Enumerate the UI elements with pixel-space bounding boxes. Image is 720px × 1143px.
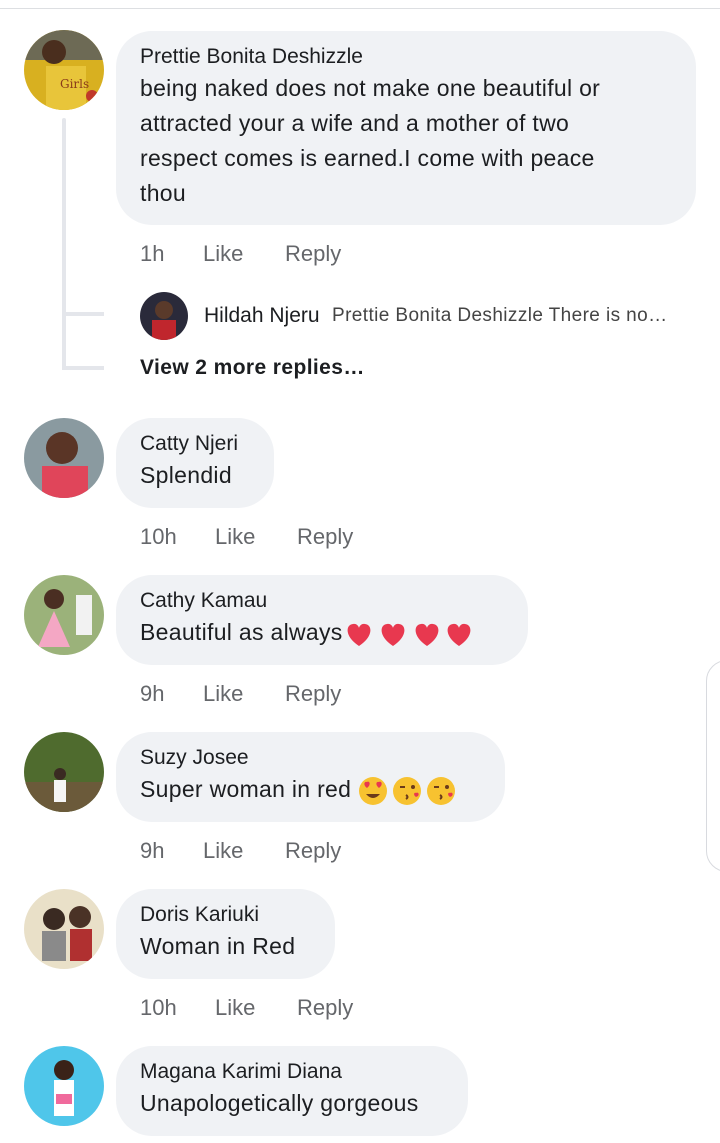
avatar-image [24,1046,104,1126]
like-button[interactable]: Like [203,838,243,864]
face-emoji-group [358,776,455,805]
comment-text-line: being naked does not make one beautiful … [140,75,601,101]
comment-author[interactable]: Cathy Kamau [140,587,502,615]
comment-text: Splendid [140,462,232,488]
avatar[interactable] [24,418,104,498]
reply-button[interactable]: Reply [297,995,353,1021]
comment-text-row: Beautiful as always [140,615,502,650]
avatar[interactable]: Girls [24,30,104,110]
comment-time[interactable]: 9h [140,838,164,864]
heart-icon [447,623,470,646]
comment-bubble[interactable]: Doris Kariuki Woman in Red [116,889,335,979]
comment-text: Beautiful as always [140,619,343,645]
reply-snippet: Prettie Bonita Deshizzle There is no… [332,305,668,326]
like-button[interactable]: Like [215,995,255,1021]
hearts-emoji-group [347,623,470,646]
like-button[interactable]: Like [215,524,255,550]
reply-button[interactable]: Reply [285,681,341,707]
comment-author[interactable]: Prettie Bonita Deshizzle [140,43,670,71]
comment-author[interactable]: Suzy Josee [140,744,479,772]
comment-bubble[interactable]: Magana Karimi Diana Unapologetically gor… [116,1046,468,1136]
view-more-replies-link[interactable]: View 2 more replies… [140,356,365,380]
avatar[interactable] [24,889,104,969]
comment-bubble[interactable]: Catty Njeri Splendid [116,418,274,508]
comment-text: Super woman in red [140,776,358,802]
heart-icon [381,623,404,646]
reply-thread-branch [62,366,104,370]
comment-time[interactable]: 10h [140,524,177,550]
comment-bubble[interactable]: Cathy Kamau Beautiful as always [116,575,528,665]
avatar[interactable] [140,292,188,340]
comment-time[interactable]: 1h [140,241,164,267]
avatar-image: Girls [24,30,104,110]
heart-eyes-icon [358,776,387,805]
avatar[interactable] [24,1046,104,1126]
avatar[interactable] [24,732,104,812]
comment-text-line: thou [140,180,186,206]
reply-thread-line [62,118,66,370]
avatar-image [24,418,104,498]
side-scroll-handle[interactable] [706,660,720,872]
top-divider [0,8,720,9]
comment-time[interactable]: 10h [140,995,177,1021]
kiss-icon [392,776,421,805]
avatar-image [24,575,104,655]
avatar-image [24,889,104,969]
heart-icon [415,623,438,646]
heart-icon [347,623,370,646]
reply-button[interactable]: Reply [297,524,353,550]
comment-author[interactable]: Doris Kariuki [140,901,309,929]
comment-text-row: Super woman in red [140,772,479,807]
reply-button[interactable]: Reply [285,241,341,267]
comment-author[interactable]: Magana Karimi Diana [140,1058,442,1086]
comment-bubble[interactable]: Prettie Bonita Deshizzle being naked doe… [116,31,696,225]
reply-author[interactable]: Hildah Njeru [204,304,320,328]
avatar-text: Girls [60,77,89,91]
avatar[interactable] [24,575,104,655]
comment-bubble[interactable]: Suzy Josee Super woman in red [116,732,505,822]
avatar-image [140,292,188,340]
like-button[interactable]: Like [203,681,243,707]
comment-text: Unapologetically gorgeous [140,1090,419,1116]
reply-button[interactable]: Reply [285,838,341,864]
comment-text-line: attracted your a wife and a mother of tw… [140,110,570,136]
kiss-icon [426,776,455,805]
reply-preview[interactable]: Hildah Njeru Prettie Bonita Deshizzle Th… [140,292,700,340]
comment-author[interactable]: Catty Njeri [140,430,248,458]
comment-text-line: respect comes is earned.I come with peac… [140,145,595,171]
comment-time[interactable]: 9h [140,681,164,707]
avatar-image [24,732,104,812]
comment-text: Woman in Red [140,933,296,959]
like-button[interactable]: Like [203,241,243,267]
reply-thread-branch [62,312,104,316]
